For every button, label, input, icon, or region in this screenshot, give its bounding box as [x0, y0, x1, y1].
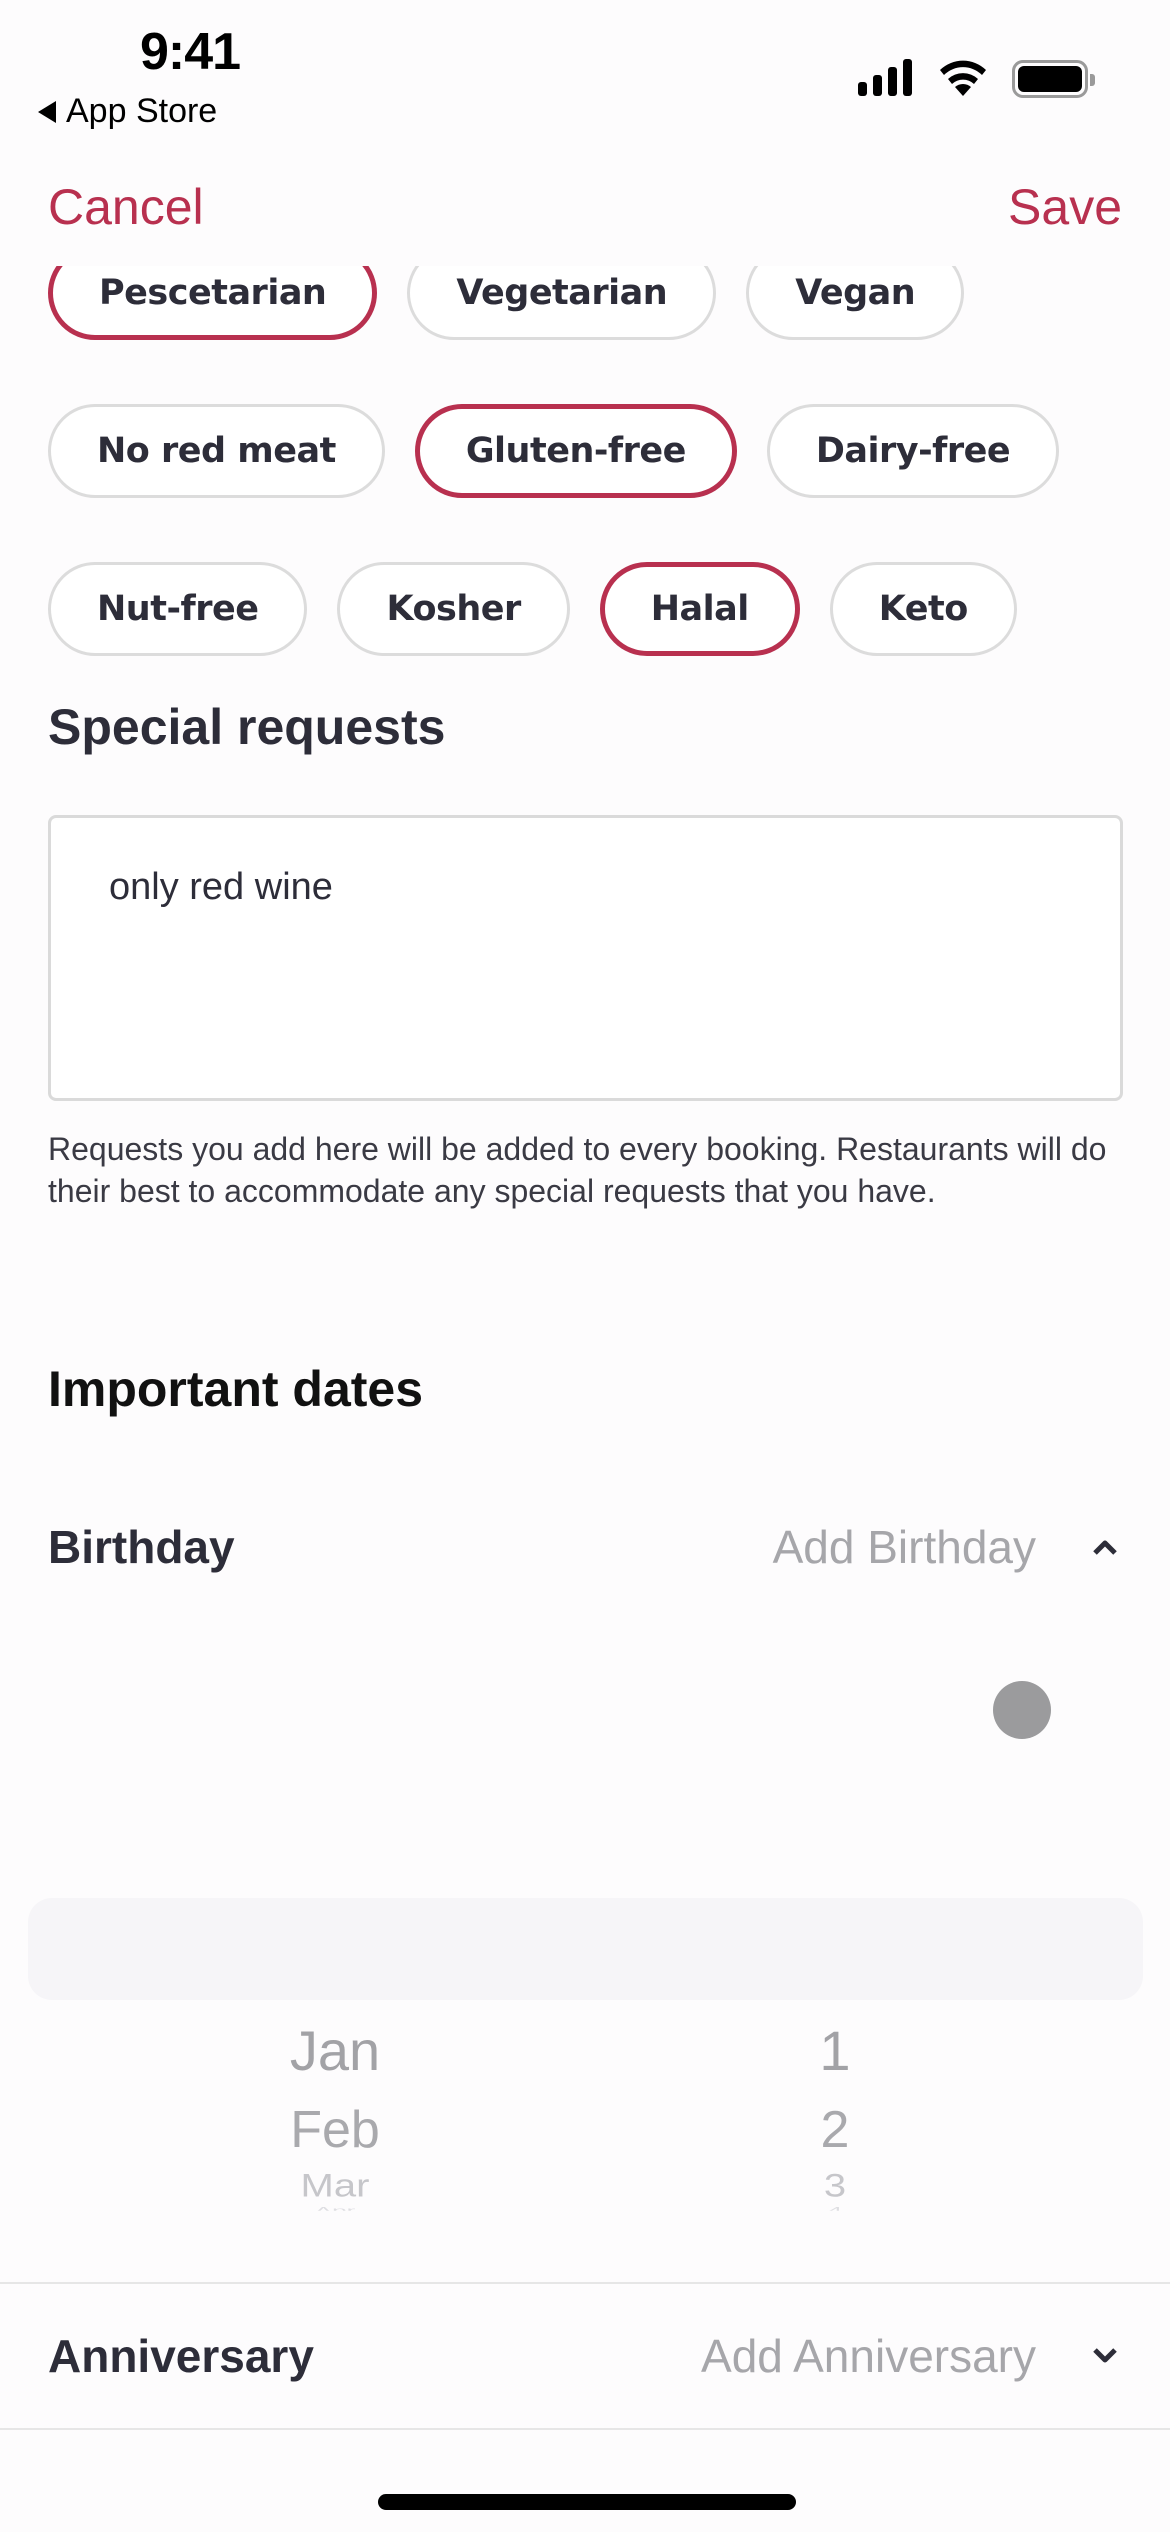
- dietary-chip[interactable]: Kosher: [337, 562, 570, 656]
- picker-month-option[interactable]: Apr: [280, 2205, 390, 2211]
- chevron-down-icon[interactable]: [1088, 2339, 1122, 2373]
- battery-icon: [1012, 60, 1095, 98]
- dietary-chip[interactable]: Gluten-free: [414, 404, 737, 498]
- wifi-icon: [940, 60, 986, 96]
- status-time: 9:41: [140, 23, 241, 81]
- anniversary-value: Add Anniversary: [701, 2330, 1036, 2382]
- special-requests-input[interactable]: [48, 815, 1123, 1101]
- birthday-label: Birthday: [48, 1521, 235, 1573]
- dietary-chip[interactable]: Keto: [829, 562, 1017, 656]
- picker-month-option[interactable]: Jan: [280, 2018, 390, 2083]
- dietary-chip[interactable]: Halal: [599, 562, 800, 656]
- special-requests-heading: Special requests: [48, 699, 446, 755]
- scroll-clip: [0, 230, 1170, 266]
- important-dates-heading: Important dates: [48, 1361, 424, 1417]
- dietary-chip[interactable]: Nut-free: [48, 562, 308, 656]
- touch-indicator: [993, 1681, 1051, 1739]
- picker-day-option[interactable]: 2: [790, 2100, 880, 2160]
- picker-month-option[interactable]: Feb: [280, 2100, 390, 2160]
- back-label: App Store: [66, 92, 218, 130]
- home-indicator[interactable]: [378, 2494, 796, 2510]
- birthday-row[interactable]: Birthday Add Birthday: [0, 1482, 1170, 1612]
- picker-day-option[interactable]: 4: [790, 2205, 880, 2211]
- picker-day-option[interactable]: 1: [790, 2018, 880, 2083]
- special-requests-helper-text: Requests you add here will be added to e…: [48, 1131, 1107, 1209]
- chevron-up-icon[interactable]: [1088, 1530, 1122, 1564]
- dietary-chip[interactable]: Dairy-free: [766, 404, 1060, 498]
- cellular-signal-icon: [858, 58, 912, 96]
- anniversary-row[interactable]: Anniversary Add Anniversary: [0, 2282, 1170, 2430]
- save-button[interactable]: Save: [1008, 178, 1122, 236]
- date-picker-selection-highlight[interactable]: [28, 1898, 1143, 2000]
- picker-day-option[interactable]: 3: [790, 2169, 880, 2205]
- cancel-button[interactable]: Cancel: [48, 178, 204, 236]
- back-to-app-store-link[interactable]: App Store: [38, 92, 217, 131]
- dietary-chip[interactable]: No red meat: [48, 404, 385, 498]
- dietary-chip-list: Pescetarian Vegetarian Vegan No red meat Glu…: [48, 246, 1128, 656]
- birthday-value: Add Birthday: [772, 1521, 1036, 1573]
- anniversary-label: Anniversary: [48, 2330, 314, 2382]
- picker-month-option[interactable]: Mar: [280, 2169, 390, 2205]
- back-triangle-icon: [38, 100, 56, 123]
